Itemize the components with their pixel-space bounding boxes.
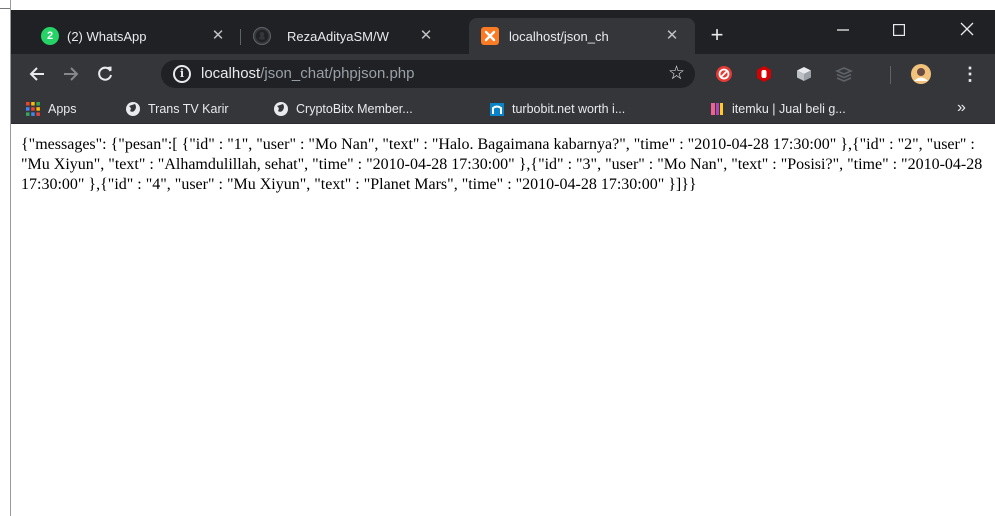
forward-arrow-icon <box>64 67 79 81</box>
profile-avatar[interactable] <box>911 64 931 84</box>
n-logo-icon <box>490 103 504 116</box>
bookmark-label: turbobit.net worth i... <box>512 102 626 116</box>
toolbar: i localhost/json_chat/phpjson.php ☆ ⋮ <box>11 54 995 94</box>
chrome-menu-button[interactable]: ⋮ <box>961 62 979 86</box>
bookmark-trans-tv-karir[interactable]: Trans TV Karir <box>125 100 229 118</box>
stack-icon[interactable] <box>835 65 853 83</box>
reload-icon <box>98 66 112 81</box>
tab-strip: 2 (2) WhatsApp ✕ RezaAdityaSM/W ✕ localh… <box>11 10 995 54</box>
xampp-icon <box>481 27 499 45</box>
back-arrow-icon <box>29 67 44 81</box>
bookmark-label: Trans TV Karir <box>148 102 229 116</box>
bookmark-label: CryptoBitx Member... <box>296 102 413 116</box>
whatsapp-icon: 2 <box>41 27 59 45</box>
globe-icon <box>274 102 288 116</box>
bookmark-itemku[interactable]: itemku | Jual beli g... <box>709 100 846 118</box>
tab-title: (2) WhatsApp <box>67 28 147 44</box>
new-tab-button[interactable]: + <box>705 24 729 48</box>
minimize-button[interactable] <box>823 16 863 44</box>
itemku-icon <box>711 103 723 115</box>
bookmark-cryptobitx[interactable]: CryptoBitx Member... <box>273 100 413 118</box>
github-icon <box>253 27 271 45</box>
close-window-button[interactable] <box>947 16 987 44</box>
page-content: {"messages": {"pesan":[ {"id" : "1", "us… <box>11 124 995 516</box>
background-window-edge <box>0 0 11 516</box>
close-icon <box>960 22 974 36</box>
bookmark-label: itemku | Jual beli g... <box>732 102 846 116</box>
address-bar[interactable]: i localhost/json_chat/phpjson.php ☆ <box>161 60 695 88</box>
bookmark-star-icon[interactable]: ☆ <box>668 62 685 85</box>
red-blocker-icon[interactable] <box>715 65 733 83</box>
tab-title: localhost/json_ch <box>509 28 609 44</box>
browser-window: 2 (2) WhatsApp ✕ RezaAdityaSM/W ✕ localh… <box>11 10 995 516</box>
plus-icon: + <box>710 22 724 47</box>
tab-localhost[interactable]: localhost/json_ch ✕ <box>469 18 695 54</box>
tab-github[interactable]: RezaAdityaSM/W ✕ <box>241 18 451 54</box>
close-tab-icon[interactable]: ✕ <box>417 27 435 45</box>
close-tab-icon[interactable]: ✕ <box>663 27 681 45</box>
reload-button[interactable] <box>93 62 117 86</box>
bookmark-turbobit[interactable]: turbobit.net worth i... <box>489 100 625 118</box>
bookmark-label: Apps <box>48 102 77 116</box>
toolbar-separator <box>890 66 891 84</box>
back-button[interactable] <box>25 62 49 86</box>
vertical-dots-icon: ⋮ <box>961 64 979 84</box>
maximize-button[interactable] <box>879 16 919 44</box>
bookmarks-bar: Apps Trans TV Karir CryptoBitx Member...… <box>11 94 995 124</box>
url-text[interactable]: localhost/json_chat/phpjson.php <box>201 64 415 84</box>
maximize-icon <box>893 24 906 37</box>
bookmarks-overflow-button[interactable]: » <box>957 99 966 117</box>
info-icon[interactable]: i <box>173 65 191 83</box>
globe-icon <box>126 102 140 116</box>
minimize-icon <box>837 29 849 31</box>
red-hand-icon[interactable] <box>755 65 773 83</box>
json-response-text: {"messages": {"pesan":[ {"id" : "1", "us… <box>21 136 983 193</box>
forward-button[interactable] <box>59 62 83 86</box>
tab-whatsapp[interactable]: 2 (2) WhatsApp ✕ <box>29 18 239 54</box>
tab-title: RezaAdityaSM/W <box>287 28 389 44</box>
close-tab-icon[interactable]: ✕ <box>209 27 227 45</box>
bookmark-apps[interactable]: Apps <box>25 100 77 118</box>
cube-icon[interactable] <box>795 65 813 83</box>
apps-grid-icon <box>26 102 40 116</box>
